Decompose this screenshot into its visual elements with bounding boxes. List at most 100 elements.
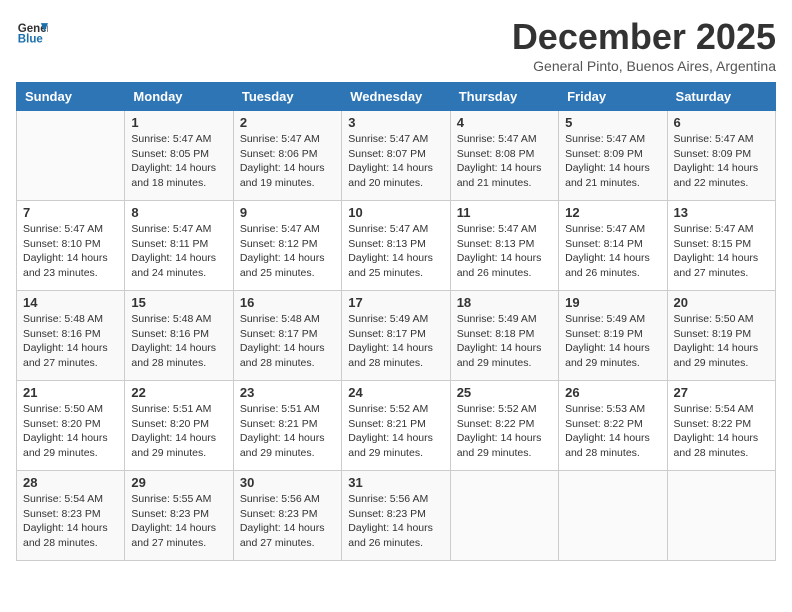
logo-icon: General Blue	[16, 16, 48, 48]
day-cell: 24 Sunrise: 5:52 AM Sunset: 8:21 PM Dayli…	[342, 381, 450, 471]
day-info: Sunrise: 5:48 AM Sunset: 8:17 PM Dayligh…	[240, 312, 335, 371]
day-number: 7	[23, 205, 118, 220]
day-number: 27	[674, 385, 769, 400]
day-info: Sunrise: 5:54 AM Sunset: 8:22 PM Dayligh…	[674, 402, 769, 461]
day-cell: 1Sunrise: 5:47 AM Sunset: 8:05 PM Daylig…	[125, 111, 233, 201]
day-info: Sunrise: 5:48 AM Sunset: 8:16 PM Dayligh…	[23, 312, 118, 371]
day-info: Sunrise: 5:50 AM Sunset: 8:19 PM Dayligh…	[674, 312, 769, 371]
day-number: 26	[565, 385, 660, 400]
day-info: Sunrise: 5:47 AM Sunset: 8:11 PM Dayligh…	[131, 222, 226, 281]
day-cell: 10 Sunrise: 5:47 AM Sunset: 8:13 PM Dayli…	[342, 201, 450, 291]
day-cell: 19 Sunrise: 5:49 AM Sunset: 8:19 PM Dayli…	[559, 291, 667, 381]
day-info: Sunrise: 5:47 AM Sunset: 8:09 PM Dayligh…	[565, 132, 660, 191]
week-row-1: 1Sunrise: 5:47 AM Sunset: 8:05 PM Daylig…	[17, 111, 776, 201]
day-info: Sunrise: 5:49 AM Sunset: 8:19 PM Dayligh…	[565, 312, 660, 371]
location-subtitle: General Pinto, Buenos Aires, Argentina	[512, 58, 776, 74]
weekday-header-wednesday: Wednesday	[342, 83, 450, 111]
day-cell: 7 Sunrise: 5:47 AM Sunset: 8:10 PM Daylig…	[17, 201, 125, 291]
day-cell: 23Sunrise: 5:51 AM Sunset: 8:21 PM Dayli…	[233, 381, 341, 471]
day-number: 30	[240, 475, 335, 490]
day-cell: 26 Sunrise: 5:53 AM Sunset: 8:22 PM Dayli…	[559, 381, 667, 471]
day-cell: 25 Sunrise: 5:52 AM Sunset: 8:22 PM Dayli…	[450, 381, 558, 471]
day-cell: 30 Sunrise: 5:56 AM Sunset: 8:23 PM Dayli…	[233, 471, 341, 561]
day-number: 5	[565, 115, 660, 130]
calendar-table: SundayMondayTuesdayWednesdayThursdayFrid…	[16, 82, 776, 561]
day-info: Sunrise: 5:56 AM Sunset: 8:23 PM Dayligh…	[348, 492, 443, 551]
weekday-header-tuesday: Tuesday	[233, 83, 341, 111]
day-number: 24	[348, 385, 443, 400]
day-info: Sunrise: 5:49 AM Sunset: 8:17 PM Dayligh…	[348, 312, 443, 371]
day-info: Sunrise: 5:47 AM Sunset: 8:10 PM Dayligh…	[23, 222, 118, 281]
day-cell: 15 Sunrise: 5:48 AM Sunset: 8:16 PM Dayli…	[125, 291, 233, 381]
logo: General Blue	[16, 16, 48, 48]
day-number: 3	[348, 115, 443, 130]
weekday-header-saturday: Saturday	[667, 83, 775, 111]
day-number: 18	[457, 295, 552, 310]
day-number: 12	[565, 205, 660, 220]
day-info: Sunrise: 5:47 AM Sunset: 8:06 PM Dayligh…	[240, 132, 335, 191]
day-cell: 3 Sunrise: 5:47 AM Sunset: 8:07 PM Daylig…	[342, 111, 450, 201]
month-title: December 2025	[512, 16, 776, 58]
day-cell: 18 Sunrise: 5:49 AM Sunset: 8:18 PM Dayli…	[450, 291, 558, 381]
day-cell	[667, 471, 775, 561]
day-cell: 22 Sunrise: 5:51 AM Sunset: 8:20 PM Dayli…	[125, 381, 233, 471]
day-cell: 17 Sunrise: 5:49 AM Sunset: 8:17 PM Dayli…	[342, 291, 450, 381]
day-cell: 8Sunrise: 5:47 AM Sunset: 8:11 PM Daylig…	[125, 201, 233, 291]
day-info: Sunrise: 5:50 AM Sunset: 8:20 PM Dayligh…	[23, 402, 118, 461]
day-number: 17	[348, 295, 443, 310]
day-cell: 14 Sunrise: 5:48 AM Sunset: 8:16 PM Dayli…	[17, 291, 125, 381]
day-number: 19	[565, 295, 660, 310]
day-cell: 16Sunrise: 5:48 AM Sunset: 8:17 PM Dayli…	[233, 291, 341, 381]
day-number: 2	[240, 115, 335, 130]
day-cell: 13Sunrise: 5:47 AM Sunset: 8:15 PM Dayli…	[667, 201, 775, 291]
day-info: Sunrise: 5:49 AM Sunset: 8:18 PM Dayligh…	[457, 312, 552, 371]
day-info: Sunrise: 5:52 AM Sunset: 8:22 PM Dayligh…	[457, 402, 552, 461]
day-info: Sunrise: 5:51 AM Sunset: 8:20 PM Dayligh…	[131, 402, 226, 461]
day-cell	[559, 471, 667, 561]
day-cell: 9Sunrise: 5:47 AM Sunset: 8:12 PM Daylig…	[233, 201, 341, 291]
day-cell: 21 Sunrise: 5:50 AM Sunset: 8:20 PM Dayli…	[17, 381, 125, 471]
day-number: 4	[457, 115, 552, 130]
day-number: 25	[457, 385, 552, 400]
day-number: 15	[131, 295, 226, 310]
day-cell: 6Sunrise: 5:47 AM Sunset: 8:09 PM Daylig…	[667, 111, 775, 201]
day-number: 28	[23, 475, 118, 490]
day-cell: 29 Sunrise: 5:55 AM Sunset: 8:23 PM Dayli…	[125, 471, 233, 561]
week-row-3: 14 Sunrise: 5:48 AM Sunset: 8:16 PM Dayli…	[17, 291, 776, 381]
day-cell	[450, 471, 558, 561]
day-info: Sunrise: 5:56 AM Sunset: 8:23 PM Dayligh…	[240, 492, 335, 551]
day-cell: 27 Sunrise: 5:54 AM Sunset: 8:22 PM Dayli…	[667, 381, 775, 471]
day-info: Sunrise: 5:47 AM Sunset: 8:12 PM Dayligh…	[240, 222, 335, 281]
week-row-2: 7 Sunrise: 5:47 AM Sunset: 8:10 PM Daylig…	[17, 201, 776, 291]
day-info: Sunrise: 5:52 AM Sunset: 8:21 PM Dayligh…	[348, 402, 443, 461]
day-cell: 2 Sunrise: 5:47 AM Sunset: 8:06 PM Daylig…	[233, 111, 341, 201]
weekday-header-friday: Friday	[559, 83, 667, 111]
day-info: Sunrise: 5:47 AM Sunset: 8:13 PM Dayligh…	[457, 222, 552, 281]
day-cell	[17, 111, 125, 201]
day-cell: 4 Sunrise: 5:47 AM Sunset: 8:08 PM Daylig…	[450, 111, 558, 201]
day-info: Sunrise: 5:47 AM Sunset: 8:15 PM Dayligh…	[674, 222, 769, 281]
day-cell: 31Sunrise: 5:56 AM Sunset: 8:23 PM Dayli…	[342, 471, 450, 561]
day-cell: 20Sunrise: 5:50 AM Sunset: 8:19 PM Dayli…	[667, 291, 775, 381]
day-number: 21	[23, 385, 118, 400]
day-number: 14	[23, 295, 118, 310]
day-number: 10	[348, 205, 443, 220]
day-number: 22	[131, 385, 226, 400]
day-info: Sunrise: 5:48 AM Sunset: 8:16 PM Dayligh…	[131, 312, 226, 371]
day-info: Sunrise: 5:53 AM Sunset: 8:22 PM Dayligh…	[565, 402, 660, 461]
day-number: 1	[131, 115, 226, 130]
weekday-header-row: SundayMondayTuesdayWednesdayThursdayFrid…	[17, 83, 776, 111]
weekday-header-sunday: Sunday	[17, 83, 125, 111]
day-number: 23	[240, 385, 335, 400]
day-info: Sunrise: 5:54 AM Sunset: 8:23 PM Dayligh…	[23, 492, 118, 551]
day-number: 29	[131, 475, 226, 490]
day-info: Sunrise: 5:55 AM Sunset: 8:23 PM Dayligh…	[131, 492, 226, 551]
day-info: Sunrise: 5:47 AM Sunset: 8:13 PM Dayligh…	[348, 222, 443, 281]
day-number: 6	[674, 115, 769, 130]
week-row-4: 21 Sunrise: 5:50 AM Sunset: 8:20 PM Dayli…	[17, 381, 776, 471]
day-info: Sunrise: 5:47 AM Sunset: 8:08 PM Dayligh…	[457, 132, 552, 191]
weekday-header-monday: Monday	[125, 83, 233, 111]
day-number: 11	[457, 205, 552, 220]
day-cell: 12Sunrise: 5:47 AM Sunset: 8:14 PM Dayli…	[559, 201, 667, 291]
day-info: Sunrise: 5:47 AM Sunset: 8:07 PM Dayligh…	[348, 132, 443, 191]
